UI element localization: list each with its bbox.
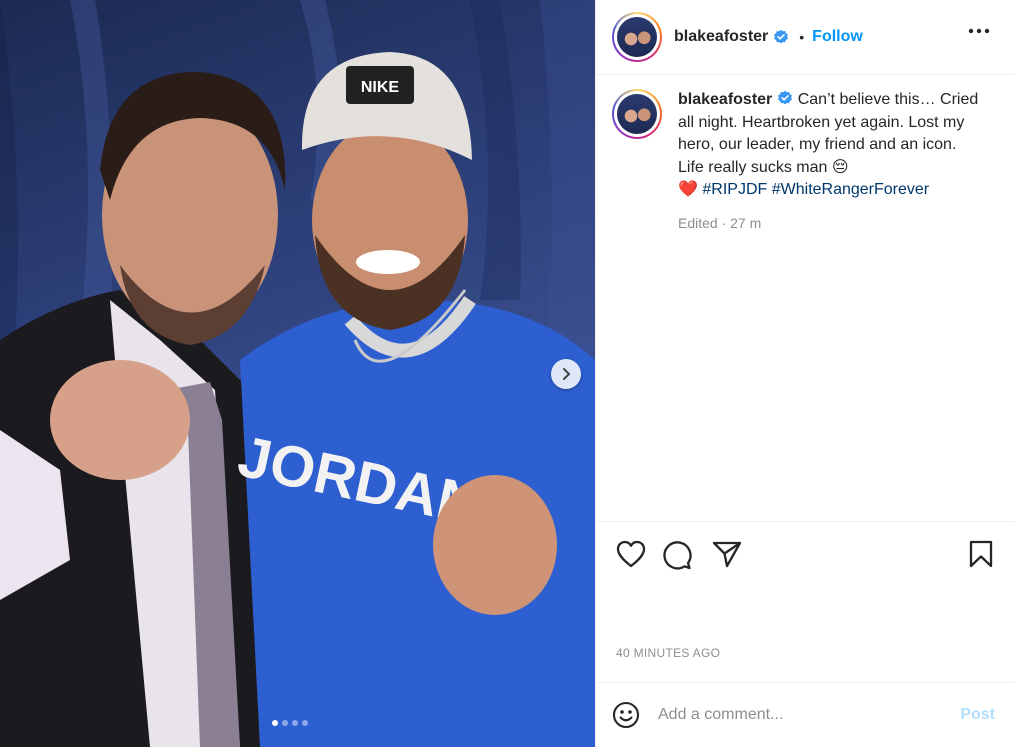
cap-logo-text: NIKE [361, 79, 400, 96]
verified-badge-icon [774, 29, 789, 44]
header-separator: • [799, 29, 805, 45]
share-icon[interactable] [712, 540, 742, 568]
hashtag-whiterangerforever[interactable]: #WhiteRangerForever [772, 181, 929, 198]
post-timestamp: 40 MINUTES AGO [616, 646, 721, 660]
chevron-right-icon [563, 368, 571, 380]
slide-dot [282, 720, 288, 726]
instagram-post-view: NIKE JORDAN blakeafoster • Follow blakea… [0, 0, 1014, 747]
follow-button[interactable]: Follow [812, 28, 863, 46]
header-username[interactable]: blakeafoster [674, 28, 768, 46]
comment-bar: Post [596, 682, 1014, 747]
slide-indicator [272, 720, 308, 726]
avatar[interactable] [612, 12, 662, 62]
more-options-icon[interactable] [968, 28, 990, 34]
caption: blakeafoster Can’t believe this… Cried a… [596, 75, 1014, 234]
bookmark-icon[interactable] [969, 540, 993, 568]
heart-icon[interactable] [616, 540, 646, 568]
slide-dot [292, 720, 298, 726]
emoji-icon[interactable] [612, 701, 640, 729]
comments-section: blakeafoster Can’t believe this… Cried a… [596, 75, 1014, 521]
post-header: blakeafoster • Follow [596, 0, 1014, 75]
verified-badge-icon [778, 90, 793, 105]
photo-illustration: NIKE JORDAN [0, 0, 595, 747]
post-details-panel: blakeafoster • Follow blakeafoster Can’t… [595, 0, 1014, 747]
hashtag-ripjdf[interactable]: #RIPJDF [702, 181, 767, 198]
post-comment-button[interactable]: Post [960, 706, 995, 724]
slide-dot [302, 720, 308, 726]
action-bar [596, 521, 1014, 581]
post-photo[interactable]: NIKE JORDAN [0, 0, 595, 747]
comment-icon[interactable] [662, 540, 692, 570]
heart-emoji: ❤️ [678, 181, 698, 198]
next-slide-button[interactable] [551, 359, 581, 389]
caption-username[interactable]: blakeafoster [678, 91, 772, 108]
slide-dot [272, 720, 278, 726]
comment-input[interactable] [658, 706, 961, 724]
caption-avatar[interactable] [612, 89, 662, 139]
caption-body: blakeafoster Can’t believe this… Cried a… [678, 89, 983, 234]
caption-edited-time: Edited · 27 m [678, 214, 762, 231]
